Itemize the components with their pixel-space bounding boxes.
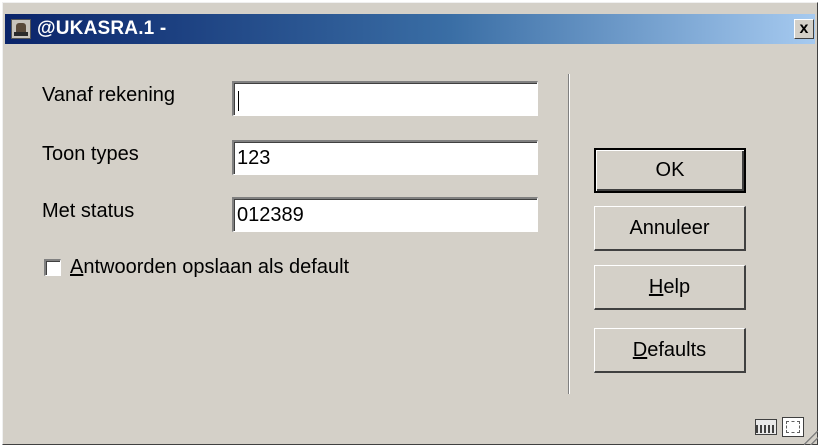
show-types-input[interactable]: 123	[232, 140, 538, 175]
save-defaults-checkbox[interactable]	[44, 259, 61, 276]
title-bar[interactable]: @UKASRA.1 - x	[5, 14, 815, 44]
help-button[interactable]: Help	[594, 265, 746, 310]
resize-icon[interactable]	[782, 417, 804, 437]
from-account-input[interactable]	[232, 81, 538, 116]
ok-button[interactable]: OK	[594, 148, 746, 193]
text-caret	[238, 91, 239, 111]
keyboard-icon[interactable]	[755, 419, 777, 435]
save-defaults-label[interactable]: Antwoorden opslaan als default	[70, 256, 349, 279]
close-button[interactable]: x	[794, 19, 814, 39]
size-grip-icon[interactable]	[804, 431, 818, 445]
cancel-button[interactable]: Annuleer	[594, 206, 746, 251]
defaults-button[interactable]: Defaults	[594, 328, 746, 373]
with-status-input[interactable]: 012389	[232, 197, 538, 232]
with-status-label: Met status	[42, 200, 135, 222]
app-icon	[11, 19, 31, 39]
show-types-label: Toon types	[42, 143, 139, 165]
vertical-divider	[568, 74, 570, 394]
window-title: @UKASRA.1 -	[37, 18, 167, 39]
from-account-label: Vanaf rekening	[42, 84, 176, 106]
